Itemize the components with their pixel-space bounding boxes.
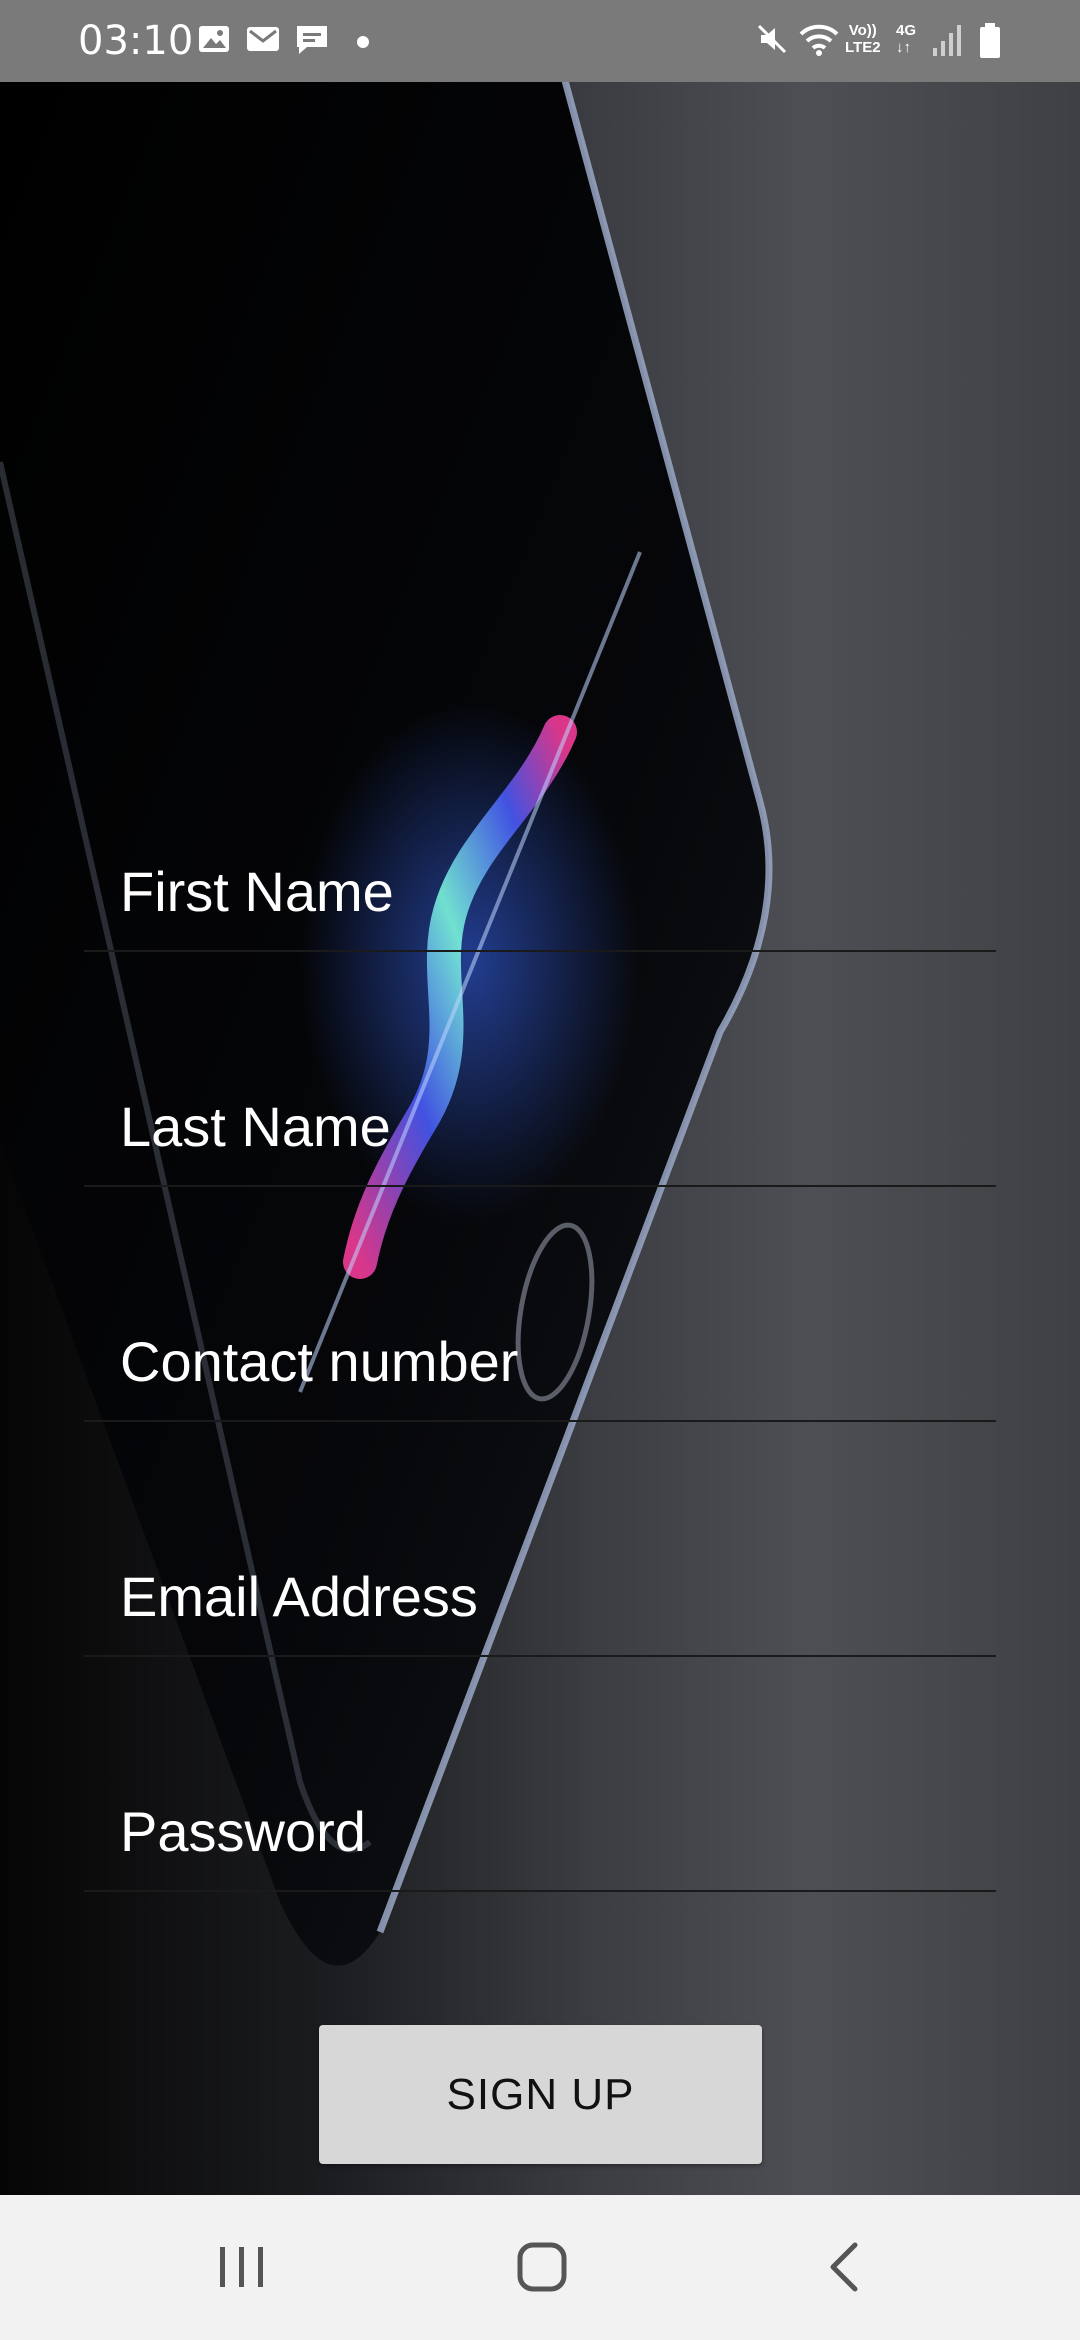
last-name-input[interactable] <box>120 1067 980 1185</box>
network-type-indicator: 4G ↓↑ <box>896 22 917 56</box>
gmail-icon <box>247 27 279 51</box>
battery-icon <box>980 23 1000 58</box>
email-field <box>84 1537 996 1657</box>
contact-number-input[interactable] <box>120 1302 980 1420</box>
last-name-field <box>84 1067 996 1187</box>
volte-indicator: Vo)) LTE2 <box>845 22 881 56</box>
image-icon <box>199 26 229 52</box>
first-name-input[interactable] <box>120 832 980 950</box>
first-name-field <box>84 832 996 952</box>
navigation-bar <box>0 2195 1080 2340</box>
email-input[interactable] <box>120 1537 980 1655</box>
password-input[interactable] <box>120 1772 980 1890</box>
mute-icon <box>757 24 787 54</box>
back-icon[interactable] <box>815 2237 875 2297</box>
password-field <box>84 1772 996 1892</box>
wifi-icon <box>799 24 839 56</box>
status-time: 03:10 <box>78 18 194 64</box>
recent-apps-icon[interactable] <box>212 2237 272 2297</box>
signal-icon <box>933 25 961 56</box>
status-bar: 03:10 Vo)) LTE2 4G ↓↑ <box>0 0 1080 82</box>
contact-number-field <box>84 1302 996 1422</box>
signup-button[interactable]: SIGN UP <box>319 2025 762 2164</box>
notification-dot-icon <box>357 36 369 48</box>
message-icon <box>297 26 327 54</box>
home-icon[interactable] <box>512 2237 572 2297</box>
